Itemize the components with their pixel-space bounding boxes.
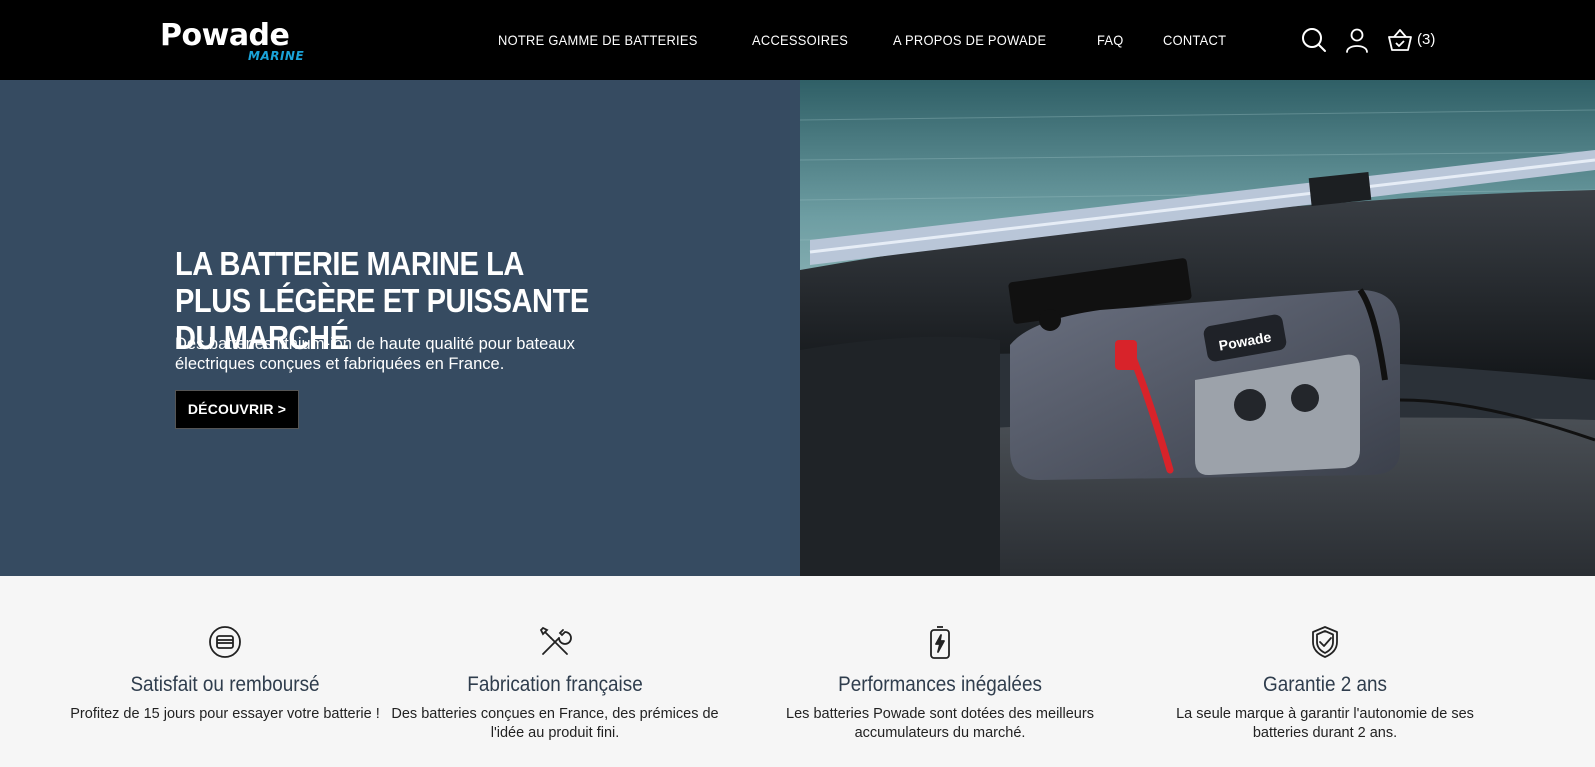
site-header: Powade MARINE NOTRE GAMME DE BATTERIES A… <box>0 0 1595 80</box>
search-icon[interactable] <box>1300 26 1328 54</box>
basket-icon[interactable] <box>1386 26 1414 54</box>
battery-charge-icon <box>922 624 958 660</box>
nav-item-contact[interactable]: CONTACT <box>1163 28 1226 52</box>
hero-subtitle: Des batteries lithium-ion de haute quali… <box>175 335 575 373</box>
feature-desc: La seule marque à garantir l'autonomie d… <box>1176 706 1474 741</box>
hero-photo: Powade <box>800 80 1595 576</box>
logo[interactable]: Powade MARINE <box>160 18 304 66</box>
nav-item-faq[interactable]: FAQ <box>1097 28 1124 52</box>
features-section: Satisfait ou remboursé Profitez de 15 jo… <box>0 576 1595 767</box>
feature-desc: Les batteries Powade sont dotées des mei… <box>786 706 1094 741</box>
feature-title: Garantie 2 ans <box>1262 673 1387 696</box>
logo-subtext: MARINE <box>248 49 305 63</box>
shield-check-icon <box>1307 624 1343 660</box>
feature-title: Satisfait ou remboursé <box>130 673 320 696</box>
card-refund-icon <box>207 624 243 660</box>
nav-item-accessories[interactable]: ACCESSOIRES <box>752 28 848 52</box>
hero-image: Powade <box>800 80 1595 576</box>
main-nav: NOTRE GAMME DE BATTERIES ACCESSOIRES A P… <box>498 28 1232 52</box>
feature-title: Fabrication française <box>467 673 643 696</box>
nav-item-batteries[interactable]: NOTRE GAMME DE BATTERIES <box>498 28 698 52</box>
nav-item-about[interactable]: A PROPOS DE POWADE <box>893 28 1046 52</box>
tools-icon <box>537 624 573 660</box>
feature-title: Performances inégalées <box>838 673 1042 696</box>
cart-count[interactable]: (3) <box>1417 29 1435 51</box>
discover-button[interactable]: DÉCOUVRIR > <box>175 390 299 429</box>
feature-desc: Des batteries conçues en France, des pré… <box>391 706 719 741</box>
feature-desc: Profitez de 15 jours pour essayer votre … <box>70 706 380 722</box>
user-icon[interactable] <box>1343 26 1371 54</box>
